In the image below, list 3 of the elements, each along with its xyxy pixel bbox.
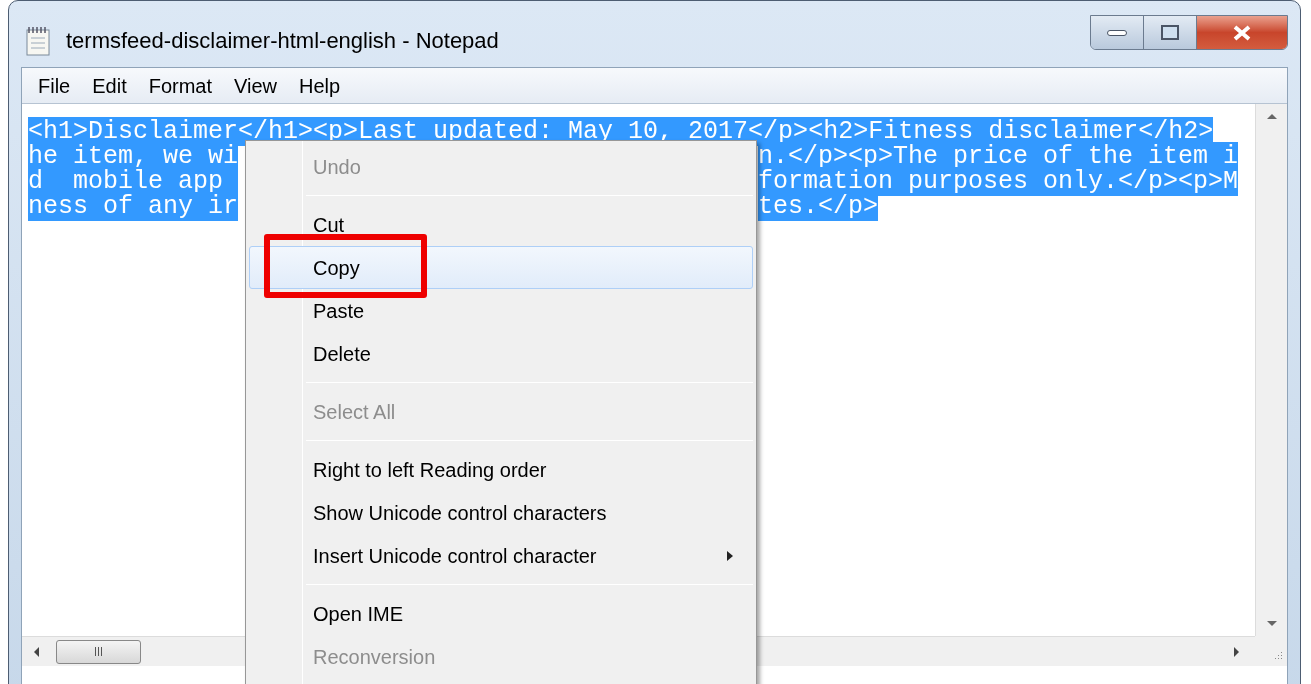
code-text: ness of any ir — [28, 192, 239, 221]
window-title: termsfeed-disclaimer-html-english - Notepad — [66, 27, 499, 55]
code-text: tes.</p> — [758, 192, 879, 221]
